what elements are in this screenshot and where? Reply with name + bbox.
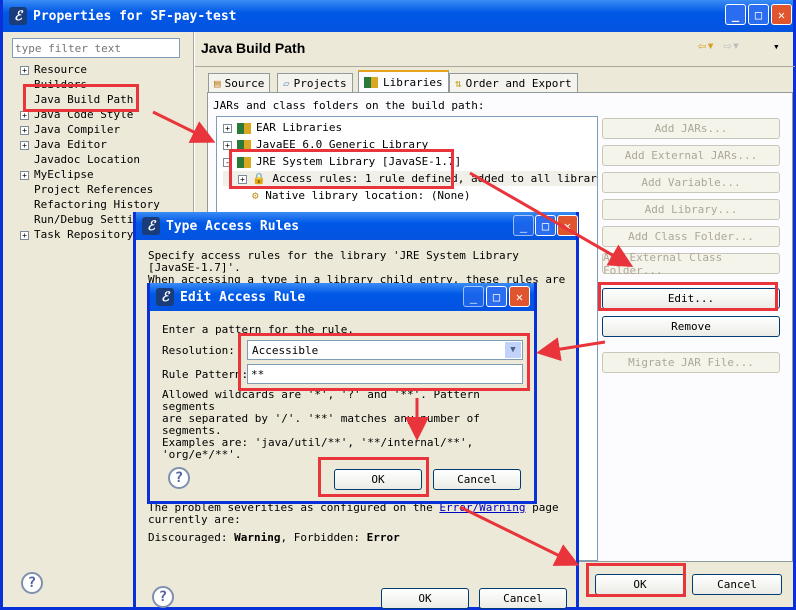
- arrow: [469, 171, 634, 267]
- annotation-arrows: [152, 110, 634, 566]
- arrow: [536, 337, 606, 362]
- arrow: [152, 110, 216, 143]
- arrow: [459, 505, 580, 566]
